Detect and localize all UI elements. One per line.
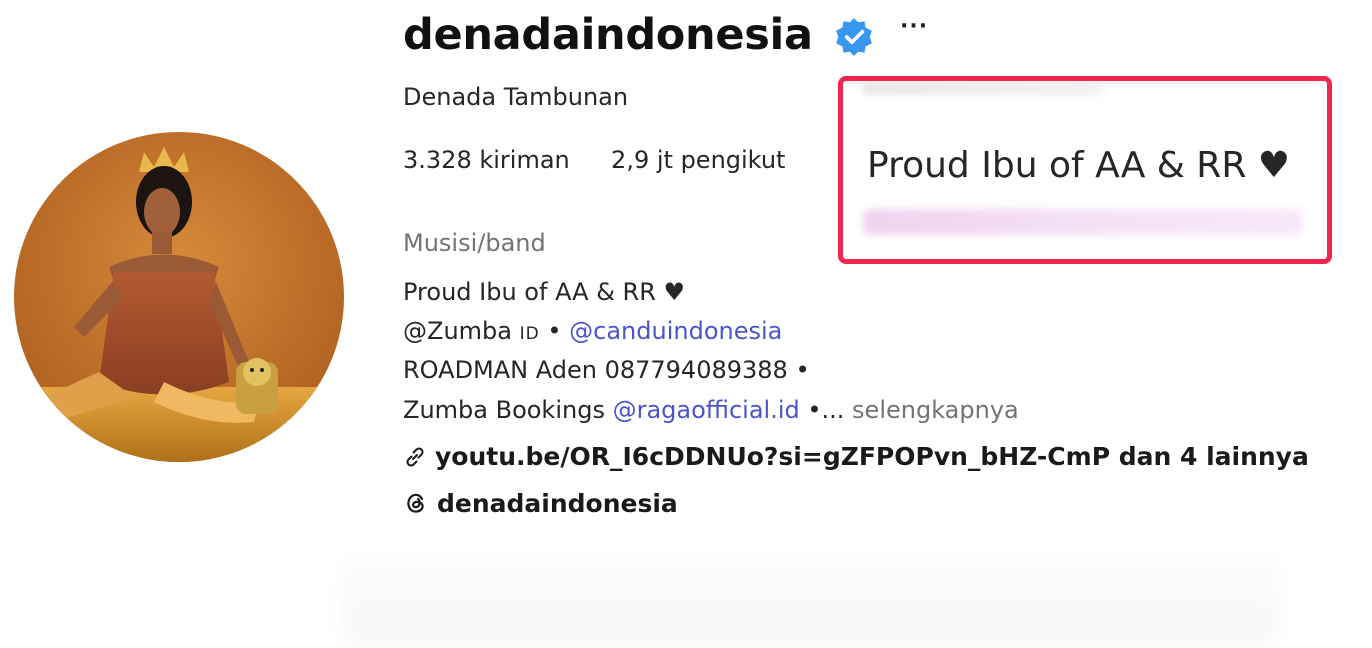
profile-stats: 3.328 kiriman 2,9 jt pengikut: [403, 146, 785, 174]
show-more-link[interactable]: selengkapnya: [844, 396, 1019, 424]
bio-line-4: Zumba Bookings @ragaofficial.id •... sel…: [403, 396, 1019, 424]
mention-canduindonesia-link[interactable]: @canduindonesia: [569, 317, 782, 345]
threads-icon: [407, 493, 424, 513]
followers-value: 2,9 jt: [611, 146, 673, 174]
profile-category: Musisi/band: [403, 229, 546, 257]
bio-highlight-callout: Proud Ibu of AA & RR ♥: [838, 76, 1332, 264]
followers-label: pengikut: [680, 146, 786, 174]
profile-website-link[interactable]: youtu.be/OR_I6cDDNUo?si=gZFPOPvn_bHZ-CmP…: [403, 442, 1309, 471]
website-text: youtu.be/OR_I6cDDNUo?si=gZFPOPvn_bHZ-CmP…: [435, 442, 1309, 471]
bio-separator: •: [539, 317, 570, 345]
bio-ellipsis: •...: [799, 396, 845, 424]
avatar-photo: [14, 132, 344, 462]
followers-count[interactable]: 2,9 jt pengikut: [611, 146, 785, 174]
bio-id-text: ID: [519, 324, 540, 344]
verified-badge-icon: [836, 18, 872, 56]
mention-ragaofficial-link[interactable]: @ragaofficial.id: [613, 396, 800, 424]
posts-label: kiriman: [479, 146, 570, 174]
callout-blur-top: [863, 81, 1103, 95]
posts-count[interactable]: 3.328 kiriman: [403, 146, 577, 174]
posts-value: 3.328: [403, 146, 472, 174]
callout-blur-bottom: [863, 209, 1303, 235]
bio-bookings-text: Zumba Bookings: [403, 396, 613, 424]
profile-username: denadaindonesia: [403, 10, 813, 60]
profile-avatar[interactable]: [14, 132, 344, 462]
bio-zumba-text: @Zumba: [403, 317, 520, 345]
bio-line-3: ROADMAN Aden 087794089388 •: [403, 356, 810, 384]
blurred-footer-area: [340, 555, 1280, 645]
threads-handle-text: denadaindonesia: [437, 489, 678, 518]
bio-line-2: @Zumba ID • @canduindonesia: [403, 317, 782, 345]
callout-zoomed-bio-text: Proud Ibu of AA & RR ♥: [867, 145, 1291, 186]
profile-full-name: Denada Tambunan: [403, 83, 629, 111]
more-options-button[interactable]: ···: [900, 14, 928, 39]
bio-line-1: Proud Ibu of AA & RR ♥: [403, 278, 686, 306]
link-icon: [406, 447, 424, 467]
threads-profile-link[interactable]: denadaindonesia: [403, 489, 678, 518]
